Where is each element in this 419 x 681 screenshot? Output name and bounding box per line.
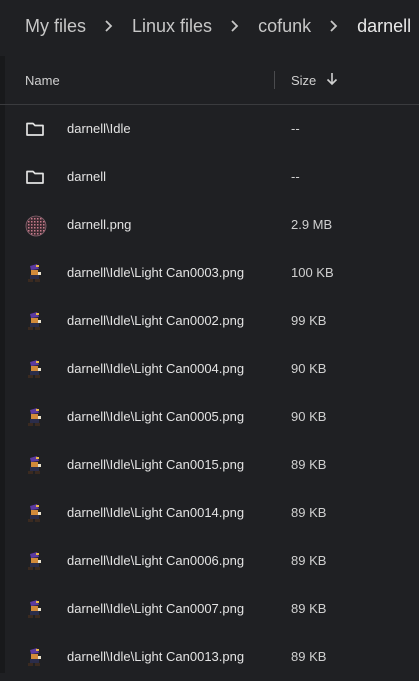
file-row[interactable]: darnell\Idle\Light Can0002.png 99 KB xyxy=(0,297,419,345)
sprite-thumbnail-icon xyxy=(25,359,45,379)
chevron-right-icon xyxy=(230,20,240,32)
breadcrumb-darnell[interactable]: darnell xyxy=(357,16,411,37)
file-row[interactable]: darnell\Idle\Light Can0003.png 100 KB xyxy=(0,249,419,297)
file-name: darnell\Idle\Light Can0007.png xyxy=(67,601,245,616)
file-size: -- xyxy=(291,169,300,184)
file-size: 89 KB xyxy=(291,505,327,520)
file-row[interactable]: darnell\Idle\Light Can0005.png 90 KB xyxy=(0,393,419,441)
sprite-thumbnail-icon xyxy=(25,503,45,523)
breadcrumb-my-files[interactable]: My files xyxy=(25,16,86,37)
breadcrumb-linux-files[interactable]: Linux files xyxy=(132,16,212,37)
file-row[interactable]: darnell\Idle\Light Can0007.png 89 KB xyxy=(0,585,419,633)
file-row[interactable]: darnell\Idle\Light Can0014.png 89 KB xyxy=(0,489,419,537)
column-resize-handle[interactable] xyxy=(274,71,275,89)
file-size: 89 KB xyxy=(291,553,327,568)
file-row[interactable]: darnell\Idle\Light Can0013.png 89 KB xyxy=(0,633,419,681)
sprite-thumbnail-icon xyxy=(25,551,45,571)
size-column-header[interactable]: Size xyxy=(291,73,316,88)
breadcrumb: My files Linux files cofunk darnell xyxy=(0,0,419,52)
file-size: 89 KB xyxy=(291,457,327,472)
folder-icon xyxy=(25,119,45,139)
breadcrumb-cofunk[interactable]: cofunk xyxy=(258,16,311,37)
file-size: 99 KB xyxy=(291,313,327,328)
file-size: 100 KB xyxy=(291,265,334,280)
file-name: darnell\Idle\Light Can0015.png xyxy=(67,457,245,472)
file-size: 89 KB xyxy=(291,601,327,616)
chevron-right-icon xyxy=(104,20,114,32)
file-size: 2.9 MB xyxy=(291,217,333,232)
file-name: darnell\Idle\Light Can0004.png xyxy=(67,361,245,376)
file-name: darnell\Idle\Light Can0013.png xyxy=(67,649,245,664)
image-thumbnail-icon xyxy=(25,215,47,237)
file-size: 89 KB xyxy=(291,649,327,664)
file-name: darnell\Idle\Light Can0003.png xyxy=(67,265,245,280)
file-name: darnell\Idle\Light Can0014.png xyxy=(67,505,245,520)
sprite-thumbnail-icon xyxy=(25,599,45,619)
file-size: -- xyxy=(291,121,300,136)
file-row[interactable]: darnell\Idle\Light Can0006.png 89 KB xyxy=(0,537,419,585)
file-name: darnell\Idle\Light Can0005.png xyxy=(67,409,245,424)
file-name: darnell\Idle\Light Can0002.png xyxy=(67,313,245,328)
file-row[interactable]: darnell\Idle -- xyxy=(0,105,419,153)
arrow-down-icon[interactable] xyxy=(325,72,339,86)
sprite-thumbnail-icon xyxy=(25,647,45,667)
file-list: darnell\Idle -- darnell -- darnell.png 2.9 MB… xyxy=(0,105,419,681)
file-row[interactable]: darnell\Idle\Light Can0004.png 90 KB xyxy=(0,345,419,393)
file-name: darnell\Idle\Light Can0006.png xyxy=(67,553,245,568)
file-size: 90 KB xyxy=(291,361,327,376)
file-name: darnell xyxy=(67,169,107,184)
folder-icon xyxy=(25,167,45,187)
file-size: 90 KB xyxy=(291,409,327,424)
name-column-header[interactable]: Name xyxy=(25,73,60,88)
sprite-thumbnail-icon xyxy=(25,455,45,475)
sprite-thumbnail-icon xyxy=(25,407,45,427)
chevron-right-icon xyxy=(329,20,339,32)
file-row[interactable]: darnell\Idle\Light Can0015.png 89 KB xyxy=(0,441,419,489)
sprite-thumbnail-icon xyxy=(25,263,45,283)
sprite-thumbnail-icon xyxy=(25,311,45,331)
file-name: darnell\Idle xyxy=(67,121,131,136)
file-name: darnell.png xyxy=(67,217,132,232)
column-header: Name Size xyxy=(0,56,419,105)
file-row[interactable]: darnell -- xyxy=(0,153,419,201)
file-row[interactable]: darnell.png 2.9 MB xyxy=(0,201,419,249)
